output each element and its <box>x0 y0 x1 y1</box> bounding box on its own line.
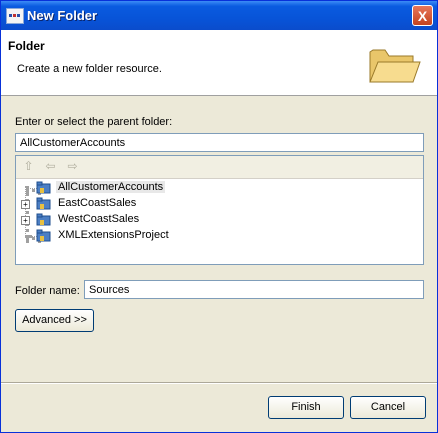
folder-tree[interactable]: ⇧ ⇦ ⇨ AllCustomerAccounts + EastCoastSal… <box>15 155 424 265</box>
close-button[interactable]: X <box>412 5 433 26</box>
footer-separator <box>1 382 437 384</box>
project-folder-icon <box>36 229 51 242</box>
open-folder-icon <box>369 49 421 83</box>
expand-icon[interactable]: + <box>21 200 30 209</box>
parent-folder-input[interactable]: AllCustomerAccounts <box>15 133 424 152</box>
wizard-banner: Folder Create a new folder resource. <box>1 30 437 96</box>
cancel-button[interactable]: Cancel <box>350 396 426 419</box>
tree-item[interactable]: XMLExtensionsProject <box>16 228 423 244</box>
close-icon: X <box>417 8 428 24</box>
parent-folder-label: Enter or select the parent folder: <box>15 116 173 128</box>
advanced-button[interactable]: Advanced >> <box>15 309 94 332</box>
tree-item-label: AllCustomerAccounts <box>56 181 166 193</box>
tree-item[interactable]: + EastCoastSales <box>16 196 423 212</box>
banner-title: Folder <box>8 39 45 53</box>
tree-item-label: WestCoastSales <box>58 213 140 225</box>
banner-description: Create a new folder resource. <box>17 63 162 75</box>
tree-item-label: XMLExtensionsProject <box>58 229 169 241</box>
home-icon[interactable]: ⇧ <box>22 160 35 173</box>
folder-name-input[interactable]: Sources <box>84 280 424 299</box>
finish-button[interactable]: Finish <box>268 396 344 419</box>
back-icon[interactable]: ⇦ <box>44 160 57 173</box>
project-folder-icon <box>36 181 51 194</box>
window-title: New Folder <box>27 8 98 23</box>
expand-icon[interactable]: + <box>21 216 30 225</box>
new-folder-dialog: New Folder X Folder Create a new folder … <box>0 0 438 433</box>
title-bar[interactable]: New Folder X <box>1 1 437 30</box>
eclipse-app-icon <box>6 8 24 24</box>
tree-toolbar: ⇧ ⇦ ⇨ <box>16 156 423 179</box>
project-folder-icon <box>36 197 51 210</box>
forward-icon[interactable]: ⇨ <box>66 160 79 173</box>
tree-item[interactable]: + WestCoastSales <box>16 212 423 228</box>
tree-item-label: EastCoastSales <box>58 197 137 209</box>
folder-name-label: Folder name: <box>15 285 80 297</box>
tree-item[interactable]: AllCustomerAccounts <box>16 180 423 196</box>
project-folder-icon <box>36 213 51 226</box>
